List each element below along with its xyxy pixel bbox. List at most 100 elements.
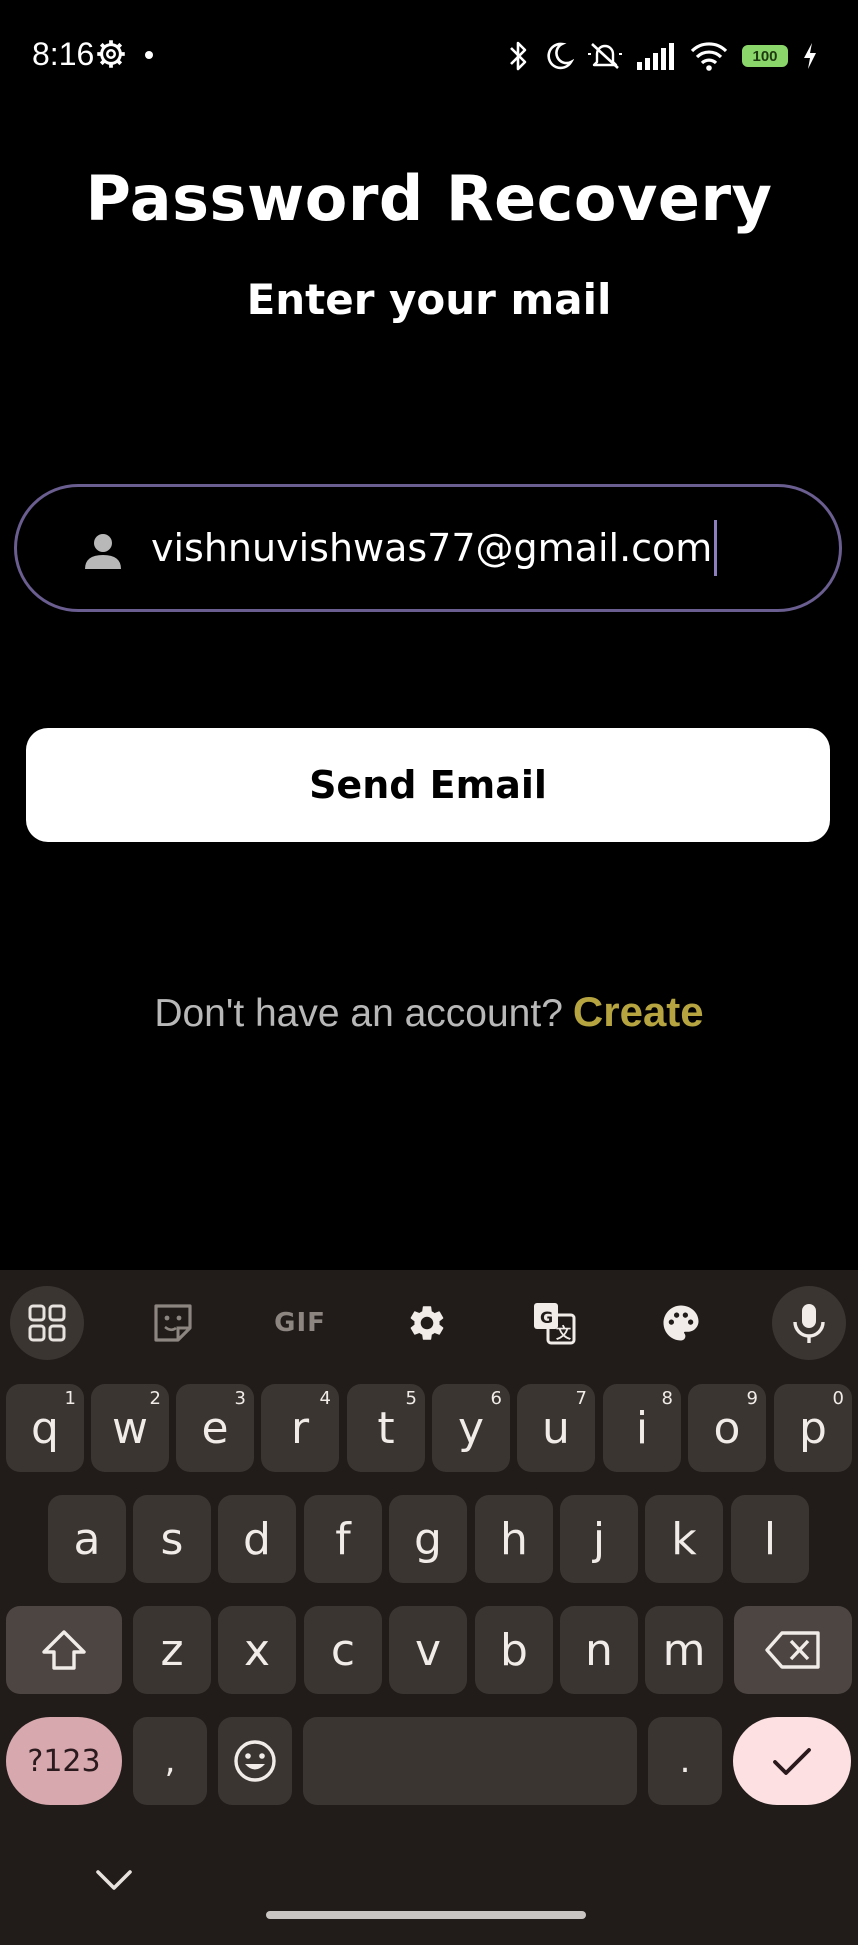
- key-label: s: [160, 1513, 184, 1565]
- translate-button[interactable]: G 文: [517, 1286, 591, 1360]
- sticker-button[interactable]: [136, 1286, 210, 1360]
- key-label: o: [713, 1402, 741, 1454]
- home-indicator[interactable]: [266, 1911, 586, 1919]
- key-t[interactable]: t5: [347, 1384, 425, 1472]
- key-w[interactable]: w2: [91, 1384, 169, 1472]
- key-label: t: [377, 1402, 395, 1454]
- apps-grid-button[interactable]: [10, 1286, 84, 1360]
- do-not-disturb-moon-icon: [547, 42, 574, 70]
- key-hint: 0: [832, 1388, 844, 1409]
- backspace-icon: [765, 1631, 820, 1669]
- space-key[interactable]: [303, 1717, 637, 1805]
- key-e[interactable]: e3: [176, 1384, 254, 1472]
- key-hint: 5: [405, 1388, 417, 1409]
- symbols-key[interactable]: ?123: [6, 1717, 122, 1805]
- key-a[interactable]: a: [48, 1495, 126, 1583]
- key-x[interactable]: x: [218, 1606, 296, 1694]
- emoji-icon: [234, 1740, 276, 1782]
- enter-key[interactable]: [733, 1717, 851, 1805]
- collapse-keyboard-chevron-icon[interactable]: [92, 1864, 136, 1894]
- email-input-value: vishnuvishwas77@gmail.com: [151, 526, 713, 570]
- key-label: ,: [164, 1741, 176, 1781]
- key-hint: 6: [490, 1388, 502, 1409]
- bluetooth-icon: [510, 41, 527, 71]
- key-v[interactable]: v: [389, 1606, 467, 1694]
- key-k[interactable]: k: [645, 1495, 723, 1583]
- key-hint: 8: [661, 1388, 673, 1409]
- key-hint: 4: [319, 1388, 331, 1409]
- svg-text:G: G: [540, 1308, 553, 1327]
- key-label: j: [592, 1513, 606, 1565]
- key-hint: 7: [575, 1388, 587, 1409]
- key-l[interactable]: l: [731, 1495, 809, 1583]
- key-s[interactable]: s: [133, 1495, 211, 1583]
- text-cursor: [714, 520, 718, 576]
- key-label: x: [243, 1624, 271, 1676]
- key-label: y: [457, 1402, 485, 1454]
- send-email-button[interactable]: Send Email: [26, 728, 830, 842]
- email-field[interactable]: vishnuvishwas77@gmail.com: [14, 484, 842, 612]
- signal-icon: [637, 43, 674, 70]
- key-label: f: [335, 1513, 351, 1565]
- sticker-icon: [154, 1304, 192, 1342]
- theme-button[interactable]: [644, 1286, 718, 1360]
- key-p[interactable]: p0: [774, 1384, 852, 1472]
- key-f[interactable]: f: [304, 1495, 382, 1583]
- shift-key[interactable]: [6, 1606, 122, 1694]
- keyboard: GIF G 文 q1 w 2 e 3 r 4 t 5 y 6 u 7 i 8 o…: [0, 1270, 858, 1945]
- key-b[interactable]: b: [475, 1606, 553, 1694]
- email-input[interactable]: vishnuvishwas77@gmail.com: [151, 487, 718, 609]
- key-n[interactable]: n: [560, 1606, 638, 1694]
- key-label: r: [290, 1402, 310, 1454]
- key-label: b: [500, 1624, 528, 1676]
- key-g[interactable]: g: [389, 1495, 467, 1583]
- settings-icon: [410, 1306, 444, 1340]
- key-label: .: [679, 1741, 691, 1781]
- key-label: i: [635, 1402, 649, 1454]
- key-label: d: [243, 1513, 271, 1565]
- palette-icon: [663, 1305, 699, 1341]
- settings-gear-status-icon: [97, 40, 125, 68]
- silent-bell-icon: [588, 43, 622, 69]
- status-bar: 8:16 100: [0, 0, 858, 110]
- page-title: Password Recovery: [85, 162, 773, 235]
- key-z[interactable]: z: [133, 1606, 211, 1694]
- status-icons: 100: [508, 36, 818, 76]
- account-row: Don't have an account? Create: [0, 988, 858, 1036]
- key-label: e: [201, 1402, 229, 1454]
- key-u[interactable]: u7: [517, 1384, 595, 1472]
- key-h[interactable]: h: [475, 1495, 553, 1583]
- key-label: k: [671, 1513, 697, 1565]
- emoji-key[interactable]: [218, 1717, 292, 1805]
- key-j[interactable]: j: [560, 1495, 638, 1583]
- keyboard-settings-button[interactable]: [390, 1286, 464, 1360]
- key-label: a: [73, 1513, 101, 1565]
- key-d[interactable]: d: [218, 1495, 296, 1583]
- gif-label: GIF: [274, 1308, 326, 1338]
- key-label: c: [330, 1624, 356, 1676]
- gif-button[interactable]: GIF: [263, 1286, 337, 1360]
- microphone-icon: [793, 1304, 825, 1343]
- key-label: u: [542, 1402, 570, 1454]
- key-label: p: [799, 1402, 827, 1454]
- translate-icon: G 文: [534, 1303, 576, 1345]
- key-r[interactable]: r4: [261, 1384, 339, 1472]
- comma-key[interactable]: ,: [133, 1717, 207, 1805]
- backspace-key[interactable]: [734, 1606, 852, 1694]
- key-c[interactable]: c: [304, 1606, 382, 1694]
- key-q[interactable]: q1: [6, 1384, 84, 1472]
- shift-arrow-icon: [42, 1630, 86, 1670]
- key-y[interactable]: y6: [432, 1384, 510, 1472]
- key-i[interactable]: i8: [603, 1384, 681, 1472]
- key-m[interactable]: m: [645, 1606, 723, 1694]
- voice-input-button[interactable]: [772, 1286, 846, 1360]
- period-key[interactable]: .: [648, 1717, 722, 1805]
- key-o[interactable]: o9: [688, 1384, 766, 1472]
- key-label: q: [31, 1402, 59, 1454]
- account-prompt: Don't have an account?: [154, 992, 563, 1035]
- key-label: h: [500, 1513, 528, 1565]
- create-account-link[interactable]: Create: [573, 988, 704, 1035]
- status-time: 8:16: [32, 36, 95, 72]
- key-hint: 3: [234, 1388, 246, 1409]
- battery-icon: 100: [742, 45, 788, 67]
